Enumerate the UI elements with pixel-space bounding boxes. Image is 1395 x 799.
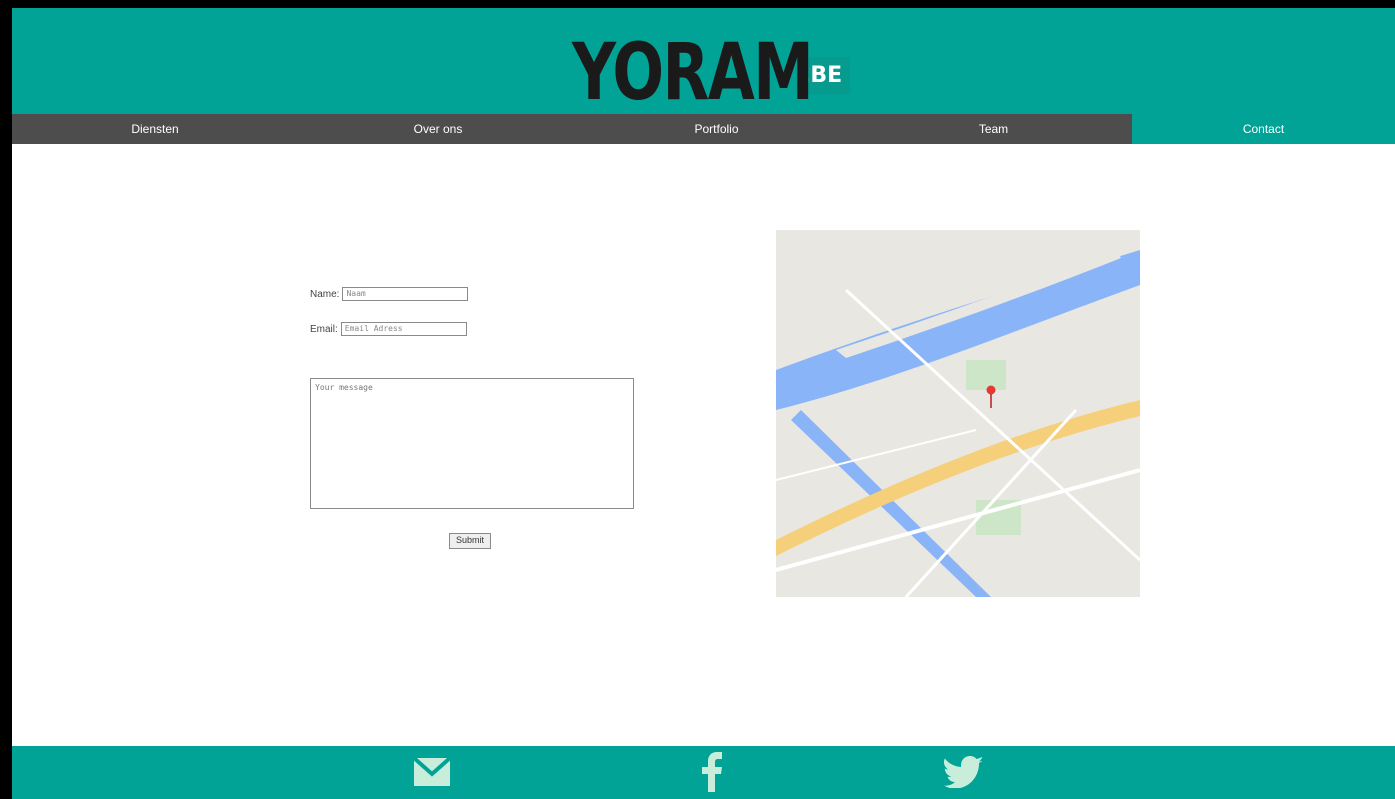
- nav-item-contact[interactable]: Contact: [1132, 114, 1395, 144]
- site-header: YORAM .BE: [12, 8, 1395, 114]
- location-map[interactable]: [776, 230, 1140, 597]
- logo-text: YORAM: [572, 28, 814, 118]
- name-label: Name:: [310, 288, 340, 300]
- site-logo[interactable]: YORAM .BE: [572, 28, 851, 118]
- message-textarea[interactable]: Your message: [310, 378, 634, 509]
- name-input[interactable]: Naam: [342, 287, 469, 301]
- main-nav: Diensten Over ons Portfolio Team Contact: [12, 114, 1395, 144]
- mail-icon[interactable]: [412, 756, 452, 791]
- map-graphic: [776, 230, 1140, 597]
- twitter-icon[interactable]: [943, 756, 984, 793]
- nav-item-team[interactable]: Team: [855, 114, 1132, 144]
- nav-item-over-ons[interactable]: Over ons: [298, 114, 578, 144]
- nav-item-diensten[interactable]: Diensten: [12, 114, 298, 144]
- facebook-icon[interactable]: [702, 752, 722, 797]
- site-footer: [12, 746, 1395, 799]
- contact-form: Name: Naam Email: Email Adress: [310, 287, 469, 357]
- email-input[interactable]: Email Adress: [340, 322, 467, 336]
- submit-button[interactable]: Submit: [449, 533, 492, 549]
- nav-item-portfolio[interactable]: Portfolio: [578, 114, 855, 144]
- email-label: Email:: [310, 323, 338, 335]
